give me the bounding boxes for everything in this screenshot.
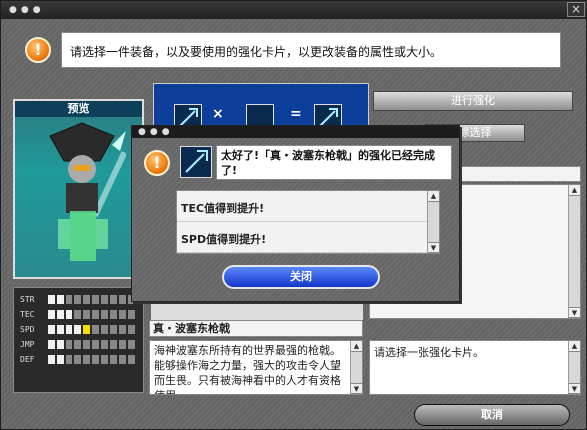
- stat-row: TEC: [20, 307, 137, 321]
- item-icon-row[interactable]: [151, 301, 363, 321]
- stat-label: STR: [20, 294, 35, 304]
- title-dots: ●●●: [138, 127, 174, 137]
- title-bar[interactable]: ●●● ×: [1, 1, 587, 19]
- result-dialog: ●●● ! 太好了!「真・波塞东枪戟」的强化已经完成了! TEC值得到提升! S…: [131, 125, 460, 302]
- list-item: TEC值得到提升!: [177, 191, 439, 222]
- stat-label: TEC: [20, 309, 35, 319]
- equals-operator: =: [290, 106, 302, 122]
- scroll-down-icon[interactable]: ▼: [569, 383, 580, 394]
- card-list-scrollbar[interactable]: ▲ ▼: [568, 185, 580, 318]
- preview-panel: 预览: [13, 99, 144, 279]
- result-list: TEC值得到提升! SPD值得到提升! ▲ ▼: [176, 190, 440, 254]
- stats-panel: STR TEC SPD JMP DEF: [13, 287, 144, 393]
- scroll-down-icon[interactable]: ▼: [351, 383, 362, 394]
- instruction-text: 请选择一件装备，以及要使用的强化卡片，以更改装备的属性或大小。: [61, 32, 561, 68]
- stat-row: SPD: [20, 322, 137, 336]
- scroll-up-icon[interactable]: ▲: [428, 191, 439, 202]
- list-item: SPD值得到提升!: [177, 222, 439, 253]
- title-dots: ●●●: [9, 5, 45, 15]
- dialog-title-bar[interactable]: ●●●: [132, 126, 459, 138]
- scroll-up-icon[interactable]: ▲: [569, 185, 580, 196]
- result-list-scrollbar[interactable]: ▲ ▼: [427, 191, 439, 253]
- stat-label: JMP: [20, 339, 35, 349]
- warning-icon: !: [25, 37, 51, 63]
- scroll-up-icon[interactable]: ▲: [569, 341, 580, 352]
- preview-title: 预览: [15, 101, 142, 117]
- dialog-message: 太好了!「真・波塞东枪戟」的强化已经完成了!: [216, 145, 452, 180]
- stat-label: DEF: [20, 354, 35, 364]
- enhance-button[interactable]: 进行强化: [373, 91, 573, 111]
- warning-icon: !: [144, 150, 170, 176]
- description-scrollbar[interactable]: ▲ ▼: [350, 341, 362, 394]
- character-preview-image: [49, 122, 126, 261]
- card-description-scrollbar[interactable]: ▲ ▼: [568, 341, 580, 394]
- item-name: 真・波塞东枪戟: [149, 320, 363, 337]
- card-description-text: 请选择一张强化卡片。: [374, 346, 484, 359]
- trident-icon: [185, 150, 208, 173]
- item-description: 海神波塞东所持有的世界最强的枪戟。能够操作海之力量，强大的攻击令人望而生畏。只有…: [149, 340, 363, 395]
- dialog-close-button[interactable]: 关闭: [222, 265, 380, 289]
- scroll-down-icon[interactable]: ▼: [428, 242, 439, 253]
- stat-row: JMP: [20, 337, 137, 351]
- stat-row: STR: [20, 292, 137, 306]
- scroll-up-icon[interactable]: ▲: [351, 341, 362, 352]
- card-description: 请选择一张强化卡片。 ▲ ▼: [369, 340, 581, 395]
- item-icon: [180, 146, 212, 178]
- scroll-down-icon[interactable]: ▼: [569, 307, 580, 318]
- stat-row: DEF: [20, 352, 137, 366]
- close-window-button[interactable]: ×: [567, 2, 585, 17]
- times-operator: ×: [212, 106, 224, 122]
- item-description-text: 海神波塞东所持有的世界最强的枪戟。能够操作海之力量，强大的攻击令人望而生畏。只有…: [154, 344, 341, 394]
- cancel-button[interactable]: 取消: [414, 404, 570, 426]
- stat-label: SPD: [20, 324, 35, 334]
